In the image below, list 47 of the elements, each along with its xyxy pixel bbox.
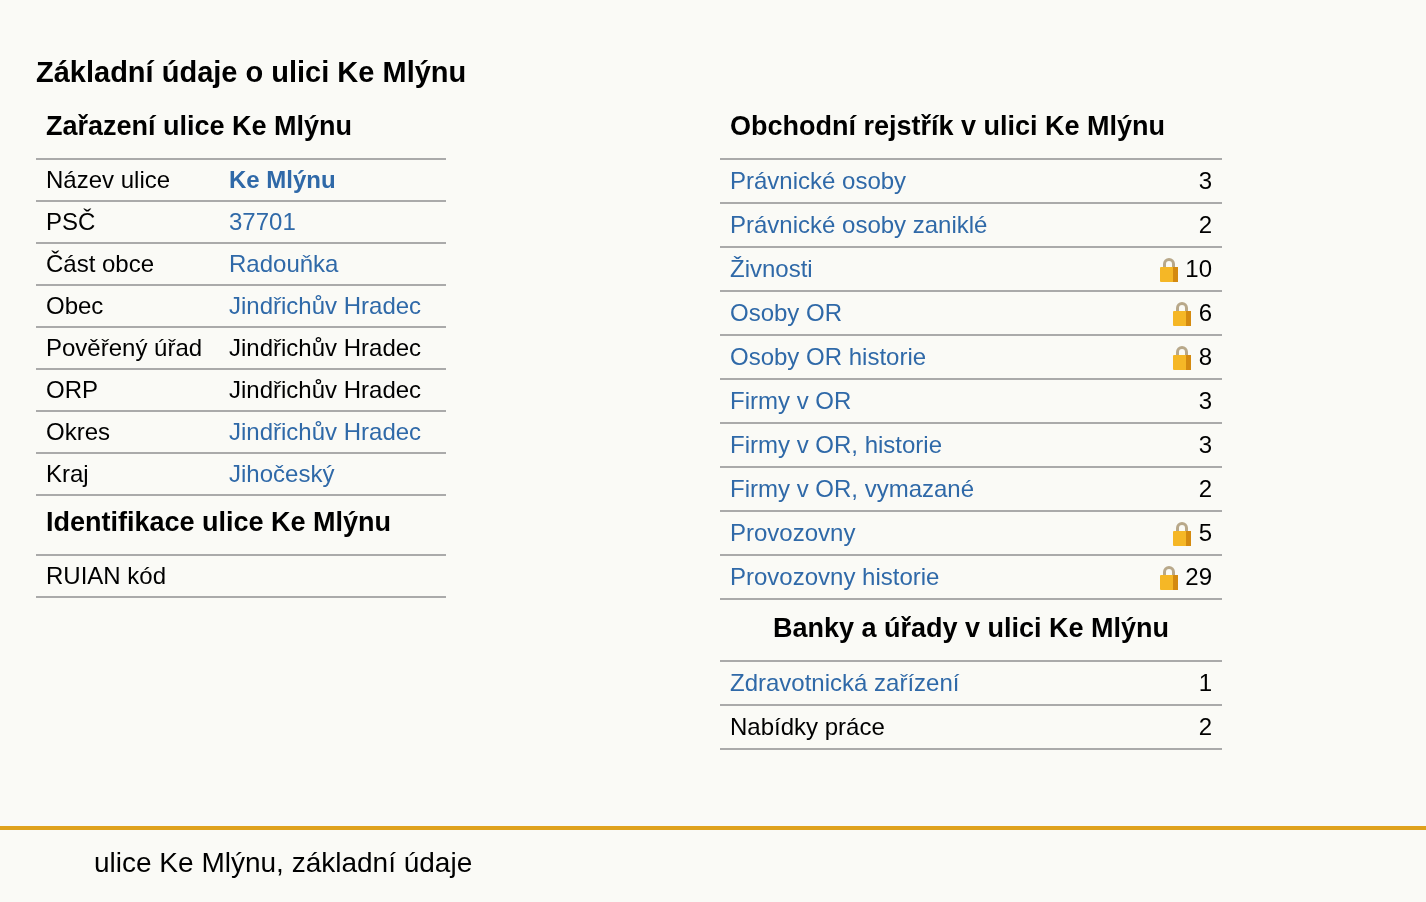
count: 3 — [1198, 431, 1212, 459]
count: 3 — [1198, 167, 1212, 195]
value-link[interactable]: Jihočeský — [229, 460, 335, 488]
register-link[interactable]: Osoby OR historie — [730, 343, 1172, 371]
register-link[interactable]: Živnosti — [730, 255, 1160, 283]
row-label: Obec — [46, 292, 105, 320]
section-heading: Banky a úřady v ulici Ke Mlýnu — [771, 612, 1171, 645]
row-label: ORP — [46, 376, 99, 404]
page-title: Základní údaje o ulici Ke Mlýnu — [36, 55, 468, 90]
count: 2 — [1198, 211, 1212, 239]
row-value: Jindřichův Hradec — [229, 334, 422, 362]
value-link[interactable]: Jindřichův Hradec — [229, 292, 422, 320]
register-link[interactable]: Právnické osoby zaniklé — [730, 211, 1198, 239]
register-link[interactable]: Osoby OR — [730, 299, 1172, 327]
row-label: Nabídky práce — [730, 713, 886, 741]
row-label: Pověřený úřad — [46, 334, 204, 362]
count: 3 — [1198, 387, 1212, 415]
row-value: Jindřichův Hradec — [229, 376, 422, 404]
section-heading: Zařazení ulice Ke Mlýnu — [45, 110, 354, 143]
register-link[interactable]: Firmy v OR — [730, 387, 1198, 415]
register-link[interactable]: Zdravotnická zařízení — [730, 669, 1198, 697]
register-link[interactable]: Firmy v OR, historie — [730, 431, 1198, 459]
value-link[interactable]: Radouňka — [229, 250, 339, 278]
count: 10 — [1185, 255, 1212, 283]
value-link[interactable]: Jindřichův Hradec — [229, 418, 422, 446]
count: 2 — [1198, 475, 1212, 503]
register-link[interactable]: Provozovny — [730, 519, 1172, 547]
row-label: Kraj — [46, 460, 90, 488]
count: 2 — [1198, 713, 1212, 741]
row-label: RUIAN kód — [46, 562, 168, 590]
row-label: Část obce — [46, 250, 156, 278]
register-link[interactable]: Firmy v OR, vymazané — [730, 475, 1198, 503]
register-link[interactable]: Právnické osoby — [730, 167, 1198, 195]
register-link[interactable]: Provozovny historie — [730, 563, 1160, 591]
count: 8 — [1198, 343, 1212, 371]
count: 5 — [1198, 519, 1212, 547]
value-link[interactable]: 37701 — [229, 208, 296, 236]
count: 29 — [1185, 563, 1212, 591]
count: 1 — [1198, 669, 1212, 697]
row-label: Název ulice — [46, 166, 172, 194]
section-heading: Obchodní rejstřík v ulici Ke Mlýnu — [729, 110, 1167, 143]
value-link[interactable]: Ke Mlýnu — [229, 166, 336, 194]
row-label: Okres — [46, 418, 111, 446]
footer-text: ulice Ke Mlýnu, základní údaje — [94, 847, 473, 879]
row-label: PSČ — [46, 208, 97, 236]
count: 6 — [1198, 299, 1212, 327]
section-heading: Identifikace ulice Ke Mlýnu — [45, 506, 393, 539]
